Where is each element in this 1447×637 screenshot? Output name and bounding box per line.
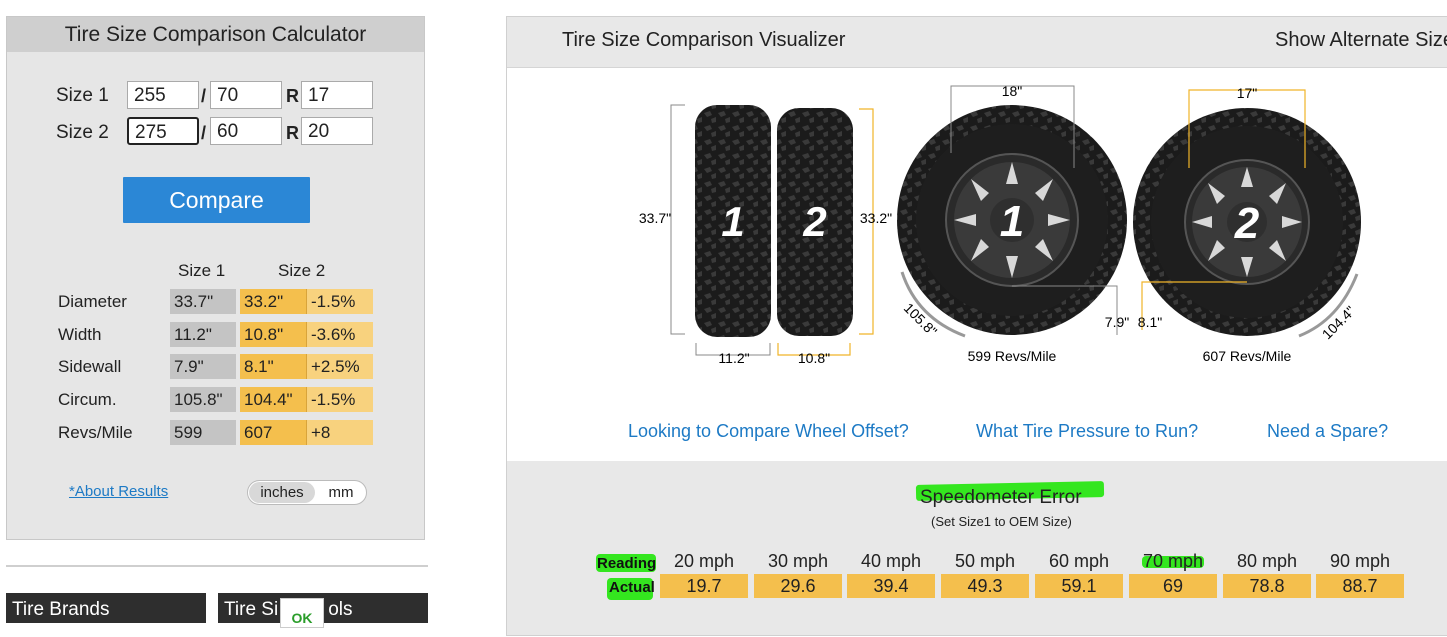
result-label: Circum.	[58, 390, 117, 409]
size2-ratio-input[interactable]: 60	[210, 117, 282, 145]
tire-pressure-link[interactable]: What Tire Pressure to Run?	[976, 421, 1198, 442]
size1-label: Size 1	[56, 85, 109, 106]
result-difference: -1.5%	[306, 289, 373, 314]
speed-actual: 49.3	[941, 574, 1029, 598]
speedometer-title: Speedometer Error	[920, 487, 1082, 508]
need-a-spare-link[interactable]: Need a Spare?	[1267, 421, 1388, 442]
speed-reading: 20 mph	[673, 551, 735, 571]
tire-brands-tab[interactable]: Tire Brands	[6, 593, 206, 623]
speed-reading: 70 mph	[1142, 551, 1204, 571]
tire2-width-label: 10.8"	[798, 350, 830, 366]
tire2-revs-label: 607 Revs/Mile	[1203, 348, 1292, 364]
result-size1-value: 33.7"	[170, 289, 236, 314]
result-label: Diameter	[58, 292, 127, 311]
result-difference: +8	[306, 420, 373, 445]
tire2-height-label: 33.2"	[860, 210, 892, 226]
speed-actual: 39.4	[847, 574, 935, 598]
show-alternate-size-link[interactable]: Show Alternate Size	[1275, 29, 1447, 52]
result-difference: -3.6%	[306, 322, 373, 347]
calculator-panel: Tire Size Comparison Calculator Size 1 2…	[6, 16, 425, 540]
actual-label: Actual	[609, 579, 655, 596]
speed-reading: 60 mph	[1048, 551, 1110, 571]
tire1-height-label: 33.7"	[639, 210, 671, 226]
result-label: Revs/Mile	[58, 423, 133, 442]
reading-label: Reading	[597, 555, 657, 572]
tire-tools-label-start: Tire Si	[224, 599, 279, 620]
result-size2-value: 104.4"	[240, 387, 307, 412]
size2-slash: /	[201, 123, 207, 143]
size1-r-label: R	[286, 86, 299, 106]
tire1-sidewall-label: 7.9"	[1105, 314, 1129, 330]
tire1-revs-label: 599 Revs/Mile	[968, 348, 1057, 364]
visualizer-panel: Tire Size Comparison Visualizer Show Alt…	[506, 16, 1447, 636]
result-size2-value: 607	[240, 420, 307, 445]
speed-actual: 59.1	[1035, 574, 1123, 598]
size2-r-label: R	[286, 123, 299, 143]
tire1-rim-label: 18"	[1002, 83, 1023, 99]
size1-rim-input[interactable]: 17	[301, 81, 373, 109]
speed-actual: 29.6	[754, 574, 842, 598]
compare-wheel-offset-link[interactable]: Looking to Compare Wheel Offset?	[628, 421, 909, 442]
size2-width-input[interactable]: 275	[127, 117, 199, 145]
tire2-front-number: 2	[1234, 199, 1260, 248]
result-difference: -1.5%	[306, 387, 373, 412]
result-size1-value: 599	[170, 420, 236, 445]
speed-reading: 80 mph	[1236, 551, 1298, 571]
result-size2-value: 10.8"	[240, 322, 307, 347]
ok-button[interactable]: OK	[280, 598, 324, 628]
speedometer-subtitle: (Set Size1 to OEM Size)	[931, 514, 1072, 529]
result-size1-value: 105.8"	[170, 387, 236, 412]
tire2-rim-label: 17"	[1237, 85, 1258, 101]
col-header-size1: Size 1	[178, 261, 226, 280]
calculator-title: Tire Size Comparison Calculator	[7, 17, 424, 52]
tire-tools-label-end: ols	[328, 599, 353, 620]
result-size2-value: 8.1"	[240, 354, 307, 379]
tire2-sidewall-label: 8.1"	[1138, 314, 1162, 330]
speed-reading: 30 mph	[767, 551, 829, 571]
result-difference: +2.5%	[306, 354, 373, 379]
result-size1-value: 7.9"	[170, 354, 236, 379]
speed-actual: 19.7	[660, 574, 748, 598]
speed-actual: 78.8	[1223, 574, 1311, 598]
col-header-size2: Size 2	[278, 261, 326, 280]
visualizer-canvas: 1 2 33.7" 33.2" 11.2" 10.8" 1 18" 7.9" 1…	[507, 68, 1447, 461]
size2-label: Size 2	[56, 122, 109, 143]
result-label: Width	[58, 325, 102, 344]
speed-reading: 90 mph	[1329, 551, 1391, 571]
tire1-front-number: 1	[1000, 197, 1024, 246]
tire2-side-number: 2	[802, 198, 826, 245]
tire-diagram: 1 2 33.7" 33.2" 11.2" 10.8" 1 18" 7.9" 1…	[639, 83, 1361, 366]
size1-slash: /	[201, 86, 207, 106]
result-size1-value: 11.2"	[170, 322, 236, 347]
size1-width-input[interactable]: 255	[127, 81, 199, 109]
size2-rim-input[interactable]: 20	[301, 117, 373, 145]
speed-actual: 88.7	[1316, 574, 1404, 598]
size1-ratio-input[interactable]: 70	[210, 81, 282, 109]
divider	[6, 565, 428, 567]
about-results-link[interactable]: *About Results	[69, 483, 168, 500]
tire1-side-number: 1	[721, 198, 744, 245]
speed-reading: 40 mph	[860, 551, 922, 571]
speed-reading: 50 mph	[954, 551, 1016, 571]
speed-actual: 69	[1129, 574, 1217, 598]
unit-mm-option[interactable]: mm	[318, 482, 364, 503]
result-label: Sidewall	[58, 357, 122, 376]
compare-button[interactable]: Compare	[123, 177, 310, 223]
unit-inches-option[interactable]: inches	[249, 482, 315, 503]
tire1-width-label: 11.2"	[718, 350, 749, 366]
result-size2-value: 33.2"	[240, 289, 307, 314]
unit-toggle[interactable]: inches mm	[247, 480, 367, 505]
visualizer-title: Tire Size Comparison Visualizer	[562, 29, 846, 51]
